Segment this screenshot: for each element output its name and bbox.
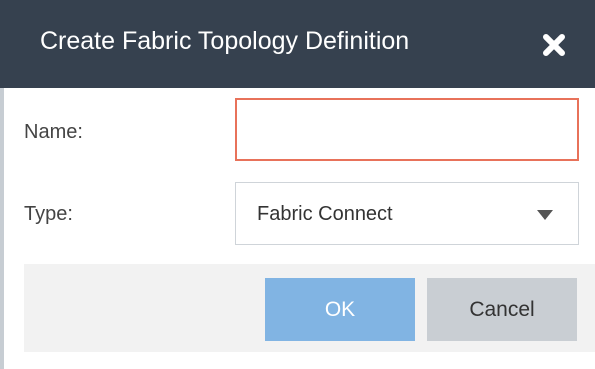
name-label: Name: <box>24 121 83 143</box>
type-label: Type: <box>24 203 73 225</box>
close-icon[interactable] <box>542 33 566 57</box>
type-selected-value: Fabric Connect <box>257 203 393 225</box>
dialog-title: Create Fabric Topology Definition <box>40 27 410 55</box>
type-select[interactable]: Fabric Connect <box>235 182 579 245</box>
chevron-down-icon <box>537 210 553 220</box>
cancel-button[interactable]: Cancel <box>427 278 577 341</box>
name-input[interactable] <box>235 98 579 161</box>
ok-button[interactable]: OK <box>265 278 415 341</box>
create-fabric-topology-dialog: Create Fabric Topology Definition Name: … <box>0 0 595 369</box>
dialog-header: Create Fabric Topology Definition <box>0 0 595 88</box>
button-bar: OK Cancel <box>24 264 595 352</box>
